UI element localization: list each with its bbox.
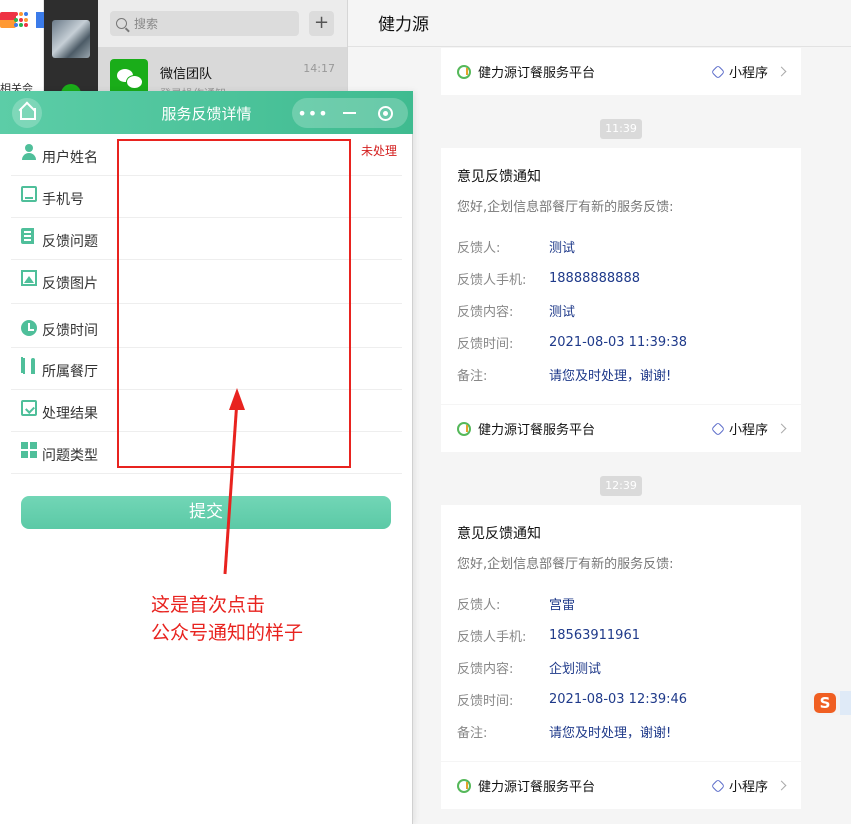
- annotation-line: 公众号通知的样子: [151, 622, 304, 644]
- ime-logo-icon: S: [814, 693, 836, 713]
- ime-toolbar-edge: [840, 691, 851, 715]
- annotation-line: 这是首次点击: [151, 594, 266, 616]
- annotation-text: 这是首次点击 公众号通知的样子: [151, 591, 303, 647]
- annotation-arrow: [223, 388, 245, 575]
- ime-toolbar[interactable]: S: [810, 691, 840, 715]
